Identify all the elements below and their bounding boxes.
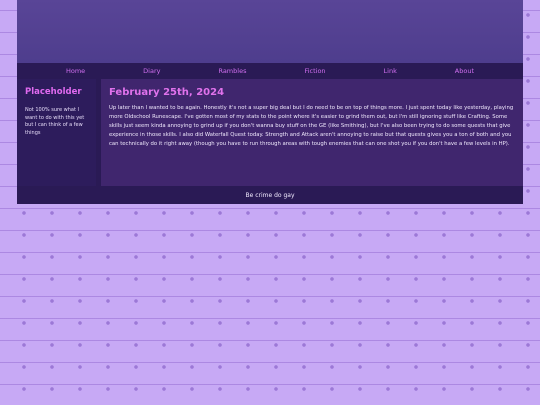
footer: Be crime do gay bbox=[17, 186, 523, 204]
nav-link-link[interactable]: Link bbox=[384, 67, 397, 75]
footer-text: Be crime do gay bbox=[245, 191, 295, 199]
nav-link-about[interactable]: About bbox=[455, 67, 474, 75]
nav-link-rambles[interactable]: Rambles bbox=[218, 67, 246, 75]
main-nav: Home Diary Rambles Fiction Link About bbox=[17, 63, 523, 79]
nav-link-diary[interactable]: Diary bbox=[143, 67, 160, 75]
entry-title: February 25th, 2024 bbox=[109, 87, 225, 98]
page-frame: Home Diary Rambles Fiction Link About Pl… bbox=[17, 0, 523, 204]
sidebar-title: Placeholder bbox=[25, 87, 82, 97]
nav-link-home[interactable]: Home bbox=[66, 67, 85, 75]
diary-entry: February 25th, 2024 Up later than I want… bbox=[96, 79, 523, 186]
entry-body: Up later than I wanted to be again. Hone… bbox=[109, 105, 514, 147]
sidebar-text: Not 100% sure what I want to do with thi… bbox=[25, 107, 85, 136]
content-area: Placeholder Not 100% sure what I want to… bbox=[17, 79, 523, 186]
sidebar: Placeholder Not 100% sure what I want to… bbox=[17, 79, 96, 186]
header-banner bbox=[17, 0, 523, 63]
nav-link-fiction[interactable]: Fiction bbox=[304, 67, 325, 75]
